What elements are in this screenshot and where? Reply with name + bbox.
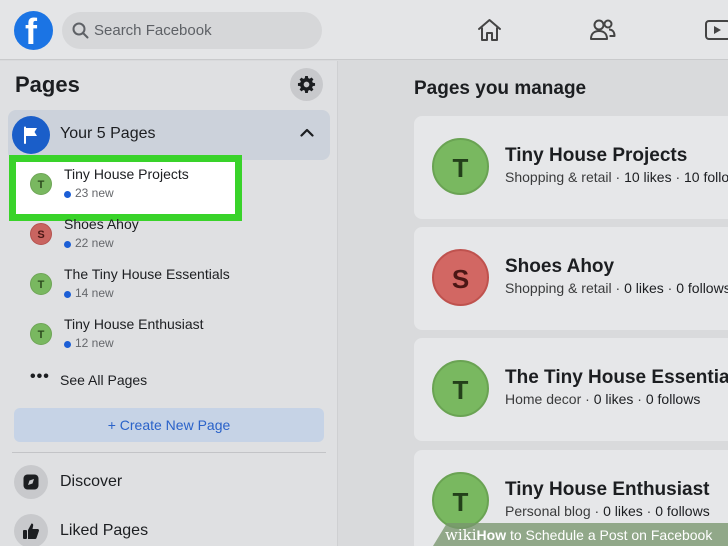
main-content: Pages you manage T Tiny House Projects S…	[339, 61, 728, 546]
page-avatar: T	[432, 472, 489, 529]
card-page-name[interactable]: Tiny House Enthusiast	[505, 479, 709, 501]
your-pages-section-header[interactable]: Your 5 Pages	[8, 110, 330, 160]
page-name: Tiny House Enthusiast	[64, 316, 204, 332]
card-meta: Shopping & retail · 10 likes · 10 follow…	[505, 169, 728, 185]
unread-dot-icon	[64, 241, 71, 248]
sidebar-link-liked-pages[interactable]: Liked Pages	[14, 514, 314, 546]
new-count: 14 new	[75, 286, 114, 300]
top-navigation-bar: f	[0, 0, 728, 60]
left-sidebar: Pages Your 5 Pages T Tiny House Projects…	[0, 61, 338, 546]
card-likes: 0 likes	[624, 280, 664, 296]
managed-page-card[interactable]: T The Tiny House Essentials Home decor ·…	[414, 338, 728, 441]
card-follows: 0 follows	[645, 391, 701, 407]
card-meta: Shopping & retail · 0 likes · 0 follows	[505, 280, 728, 296]
chevron-up-icon[interactable]	[300, 128, 314, 137]
page-avatar: S	[30, 223, 52, 245]
sidebar-page-item[interactable]: T Tiny House Enthusiast 12 new	[20, 311, 320, 357]
gear-icon	[297, 75, 316, 93]
managed-page-card[interactable]: S Shoes Ahoy Shopping & retail · 0 likes…	[414, 227, 728, 330]
sidebar-page-item[interactable]: S Shoes Ahoy 22 new	[20, 211, 320, 257]
sidebar-divider	[12, 452, 326, 453]
page-avatar: T	[30, 273, 52, 295]
pages-flag-icon	[12, 116, 50, 154]
new-count: 23 new	[75, 186, 114, 200]
card-meta: Home decor · 0 likes · 0 follows	[505, 391, 701, 407]
watermark-how: How	[476, 527, 507, 543]
card-follows: 0 follows	[655, 503, 710, 519]
card-category: Personal blog	[505, 503, 591, 519]
thumbs-up-icon	[14, 514, 48, 546]
sidebar-link-label: Discover	[60, 473, 123, 490]
more-dots-icon: •••	[30, 368, 50, 385]
card-page-name[interactable]: Shoes Ahoy	[505, 256, 614, 278]
facebook-logo-icon[interactable]: f	[14, 11, 53, 50]
discover-icon	[14, 465, 48, 499]
managed-page-card[interactable]: T Tiny House Projects Shopping & retail …	[414, 116, 728, 219]
watermark-wiki: wiki	[445, 526, 477, 544]
page-name: The Tiny House Essentials	[64, 266, 230, 282]
home-icon[interactable]	[477, 18, 502, 42]
create-new-page-button[interactable]: + Create New Page	[14, 408, 324, 442]
sidebar-page-item[interactable]: T The Tiny House Essentials 14 new	[20, 261, 320, 307]
card-follows: 10 follows	[684, 169, 728, 185]
sidebar-page-item[interactable]: T Tiny House Projects 23 new	[20, 161, 320, 207]
page-avatar: T	[432, 138, 489, 195]
watermark-title: to Schedule a Post on Facebook	[506, 527, 713, 543]
page-avatar: S	[432, 249, 489, 306]
page-avatar: T	[30, 173, 52, 195]
card-page-name[interactable]: Tiny House Projects	[505, 145, 687, 167]
search-icon	[72, 22, 89, 39]
see-all-pages-label: See All Pages	[60, 372, 148, 388]
card-category: Shopping & retail	[505, 169, 612, 185]
page-avatar: T	[30, 323, 52, 345]
unread-dot-icon	[64, 291, 71, 298]
search-box[interactable]	[62, 12, 322, 49]
search-input[interactable]	[94, 12, 314, 49]
watch-icon[interactable]	[705, 18, 728, 42]
card-category: Shopping & retail	[505, 280, 612, 296]
card-follows: 0 follows	[676, 280, 728, 296]
sidebar-link-label: Liked Pages	[60, 522, 149, 539]
your-pages-label: Your 5 Pages	[60, 125, 156, 142]
card-likes: 0 likes	[603, 503, 643, 519]
page-avatar: T	[432, 360, 489, 417]
card-meta: Personal blog · 0 likes · 0 follows	[505, 503, 710, 519]
page-name: Tiny House Projects	[64, 166, 189, 182]
new-count: 12 new	[75, 336, 114, 350]
unread-dot-icon	[64, 191, 71, 198]
card-category: Home decor	[505, 391, 582, 407]
new-count: 22 new	[75, 236, 114, 250]
main-title: Pages you manage	[414, 78, 587, 99]
settings-button[interactable]	[290, 68, 323, 101]
friends-icon[interactable]	[589, 18, 616, 42]
unread-dot-icon	[64, 341, 71, 348]
card-likes: 0 likes	[593, 391, 634, 407]
card-page-name[interactable]: The Tiny House Essentials	[505, 367, 728, 389]
sidebar-link-discover[interactable]: Discover	[14, 465, 314, 503]
sidebar-title: Pages	[15, 72, 80, 97]
page-name: Shoes Ahoy	[64, 216, 139, 232]
see-all-pages-link[interactable]: ••• See All Pages	[30, 368, 230, 392]
create-new-page-label: + Create New Page	[107, 417, 231, 433]
card-likes: 10 likes	[624, 169, 672, 185]
wikihow-watermark: wikiHow to Schedule a Post on Facebook	[433, 523, 728, 546]
